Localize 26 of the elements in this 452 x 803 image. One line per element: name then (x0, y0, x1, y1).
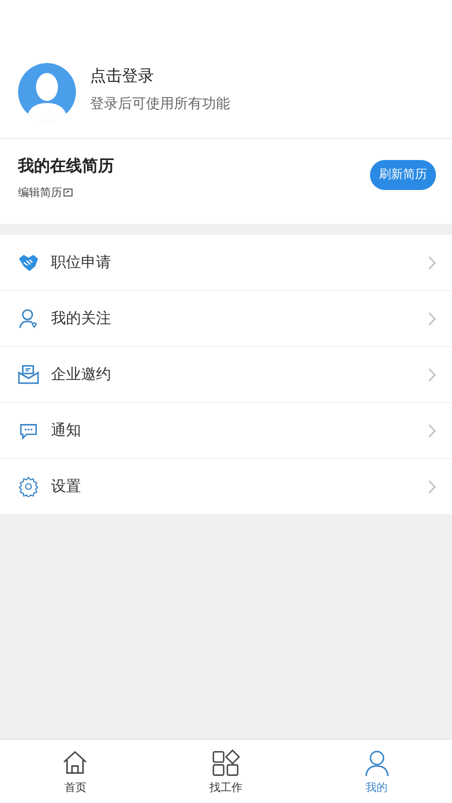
chevron-right-icon (428, 424, 436, 438)
login-link[interactable]: 点击登录 (90, 66, 230, 87)
chevron-right-icon (428, 256, 436, 270)
chevron-right-icon (428, 368, 436, 382)
envelope-icon (18, 364, 39, 385)
avatar-icon[interactable] (18, 63, 76, 121)
resume-title: 我的在线简历 (18, 156, 114, 176)
menu-item[interactable]: 企业邀约 (0, 347, 452, 403)
edit-icon[interactable] (63, 187, 73, 197)
menu-item[interactable]: 我的关注 (0, 291, 452, 347)
home-icon (61, 748, 90, 776)
refresh-resume-button[interactable]: 刷新简历 (370, 160, 436, 190)
menu-item[interactable]: 通知 (0, 403, 452, 459)
chevron-right-icon (428, 480, 436, 494)
chevron-right-icon (428, 312, 436, 326)
menu-item[interactable]: 设置 (0, 459, 452, 515)
edit-resume-link[interactable]: 编辑简历 (18, 184, 62, 200)
tab[interactable]: 我的 (301, 740, 452, 803)
tab[interactable]: 首页 (0, 740, 151, 803)
menu-item[interactable]: 职位申请 (0, 235, 452, 291)
login-hint: 登录后可使用所有功能 (90, 95, 230, 113)
grid-icon (212, 748, 240, 776)
settings-icon (18, 476, 39, 497)
person-heart-icon (18, 308, 39, 329)
person-icon (362, 748, 391, 776)
tab[interactable]: 找工作 (150, 740, 302, 803)
